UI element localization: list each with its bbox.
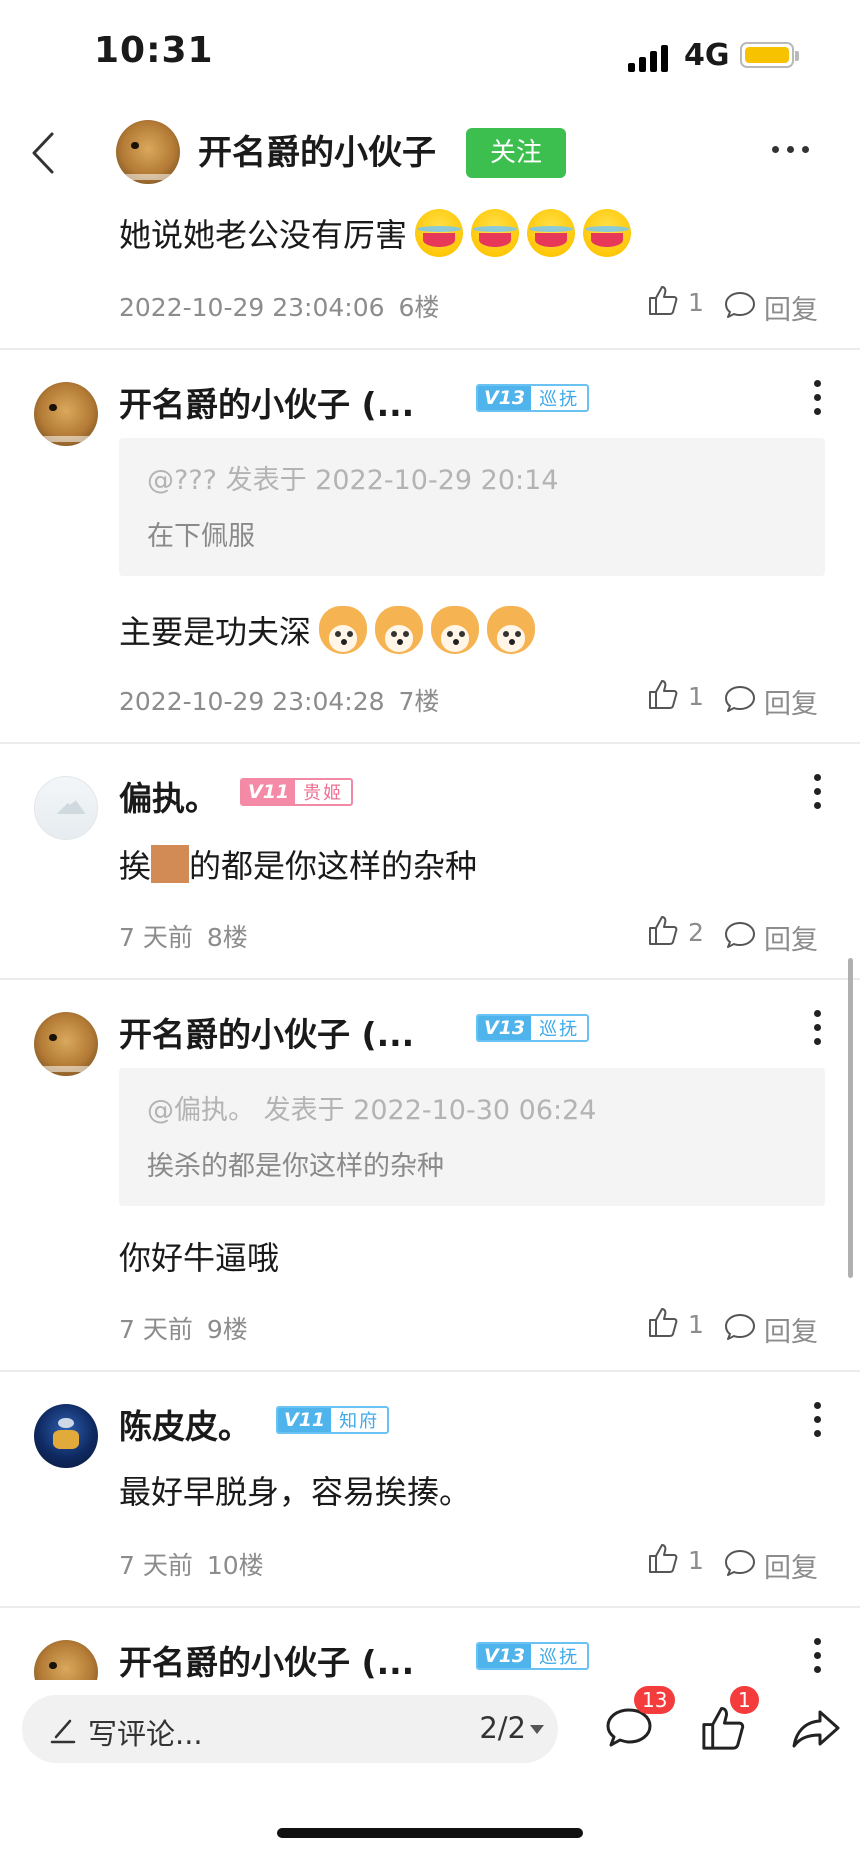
divider (0, 1606, 860, 1608)
comment-more-button[interactable] (808, 772, 828, 812)
scrollbar[interactable] (848, 958, 853, 1278)
divider (0, 348, 860, 350)
user-avatar[interactable] (34, 1404, 98, 1468)
user-avatar[interactable] (34, 382, 98, 446)
page-indicator[interactable]: 2/2 (479, 1711, 526, 1745)
comment-input[interactable]: 写评论... 2/2 (22, 1695, 558, 1763)
shiba-dog-emoji-icon (431, 606, 480, 654)
comment-text: 她说她老公没有厉害 (119, 208, 632, 258)
comment-count-badge: 13 (634, 1686, 676, 1714)
thumbs-up-icon (649, 1308, 678, 1337)
chat-bubble-icon (725, 1314, 755, 1340)
pencil-icon (50, 1719, 76, 1744)
battery-icon (740, 42, 799, 68)
comment-meta: 7 天前 8楼 (119, 923, 248, 952)
chat-bubble-icon (725, 686, 755, 712)
user-avatar[interactable] (34, 1012, 98, 1076)
comment-meta: 2022-10-29 23:04:28 7楼 (119, 687, 440, 716)
signal-strength-icon (628, 42, 672, 72)
user-name[interactable]: 开名爵的小伙子 (... (119, 1636, 414, 1684)
like-count-badge: 1 (730, 1686, 759, 1714)
level-badge: V13 巡抚 (476, 384, 590, 412)
comment-more-button[interactable] (808, 1008, 828, 1048)
thumbs-up-icon (649, 916, 678, 945)
shiba-dog-emoji-icon (487, 606, 536, 654)
chevron-left-icon (32, 132, 54, 174)
more-options-button[interactable] (772, 140, 812, 160)
divider (0, 742, 860, 744)
more-dots-icon (772, 146, 779, 153)
like-button[interactable]: 1 (646, 1542, 726, 1582)
chat-bubble-icon (725, 292, 755, 318)
level-badge: V13 巡抚 (476, 1014, 590, 1042)
divider (0, 1370, 860, 1372)
quoted-reply[interactable]: @偏执。 发表于 2022-10-30 06:24 挨杀的都是你这样的杂种 (119, 1068, 825, 1206)
level-badge: V13 巡抚 (476, 1642, 590, 1670)
laughing-tears-emoji-icon (527, 209, 576, 257)
comment-meta: 2022-10-29 23:04:06 6楼 (119, 293, 440, 322)
comment-text: 最好早脱身，容易挨揍。 (119, 1473, 472, 1511)
laughing-tears-emoji-icon (583, 209, 632, 257)
user-name[interactable]: 开名爵的小伙子 (... (119, 1008, 414, 1056)
comment-more-button[interactable] (808, 378, 828, 418)
level-badge: V11 知府 (276, 1406, 390, 1434)
more-dots-icon (814, 774, 821, 781)
comment-meta: 7 天前 10楼 (119, 1551, 264, 1580)
user-name[interactable]: 开名爵的小伙子 (... (119, 378, 414, 426)
network-type: 4G (684, 38, 730, 73)
user-name[interactable]: 偏执。 (119, 772, 218, 820)
like-button[interactable]: 1 (646, 1306, 726, 1346)
shiba-dog-emoji-icon (375, 606, 424, 654)
like-button[interactable]: 2 (646, 914, 726, 954)
laughing-tears-emoji-icon (471, 209, 520, 257)
user-name[interactable]: 陈皮皮。 (119, 1400, 251, 1448)
reply-button[interactable]: 回复 (724, 916, 828, 956)
divider (0, 978, 860, 980)
comment-more-button[interactable] (808, 1400, 828, 1440)
reply-button[interactable]: 回复 (724, 286, 828, 326)
follow-button[interactable]: 关注 (466, 128, 566, 178)
more-dots-icon (814, 380, 821, 387)
more-dots-icon (814, 1010, 821, 1017)
chat-bubble-icon (725, 1550, 755, 1576)
comment-meta: 7 天前 9楼 (119, 1315, 248, 1344)
thumbs-up-icon (649, 286, 678, 315)
status-time: 10:31 (94, 30, 214, 71)
censored-word-block (151, 845, 190, 883)
comment-text: 挨 的都是你这样的杂种 (119, 845, 478, 885)
share-arrow-icon (792, 1710, 840, 1748)
caret-down-icon (530, 1725, 544, 1734)
laughing-tears-emoji-icon (415, 209, 464, 257)
poster-avatar[interactable] (116, 120, 180, 184)
thumbs-up-icon (649, 1544, 678, 1573)
comment-text: 你好牛逼哦 (119, 1239, 280, 1277)
like-button[interactable]: 1 (646, 678, 726, 718)
thumbs-up-icon (649, 680, 678, 709)
back-button[interactable] (24, 128, 64, 178)
reply-button[interactable]: 回复 (724, 1308, 828, 1348)
level-badge: V11 贵姬 (240, 778, 354, 806)
poster-name[interactable]: 开名爵的小伙子 (198, 125, 436, 174)
shiba-dog-emoji-icon (319, 606, 368, 654)
reply-button[interactable]: 回复 (724, 680, 828, 720)
reply-button[interactable]: 回复 (724, 1544, 828, 1584)
more-dots-icon (814, 1638, 821, 1645)
quoted-reply[interactable]: @??? 发表于 2022-10-29 20:14 在下佩服 (119, 438, 825, 576)
like-button[interactable]: 1 (646, 284, 726, 324)
home-indicator[interactable] (277, 1828, 583, 1838)
more-dots-icon (814, 1402, 821, 1409)
user-avatar[interactable] (34, 776, 98, 840)
comment-more-button[interactable] (808, 1636, 828, 1676)
share-button[interactable] (790, 1706, 842, 1752)
chat-bubble-icon (725, 922, 755, 948)
comment-text: 主要是功夫深 (119, 604, 536, 656)
